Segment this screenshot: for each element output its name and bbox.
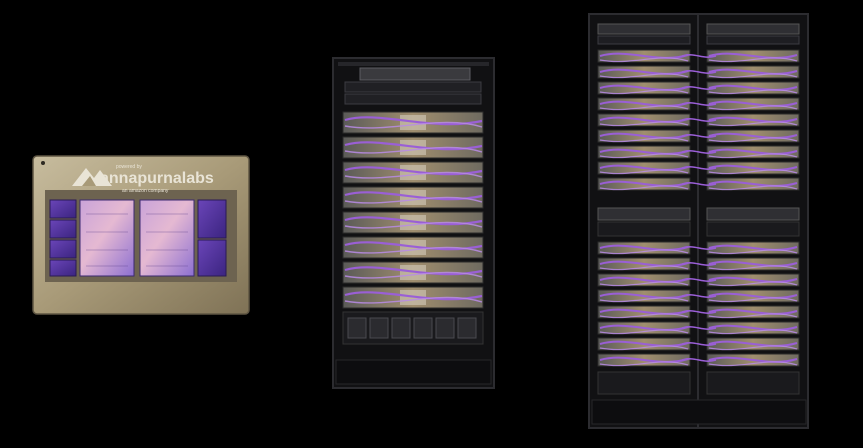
compute-tray <box>597 97 691 111</box>
trainium-chip: powered by annapurnalabs an amazon compa… <box>32 155 250 315</box>
compute-tray <box>706 65 800 79</box>
compute-tray <box>342 261 484 284</box>
compute-tray <box>706 145 800 159</box>
compute-tray <box>706 353 800 367</box>
server-rack-single <box>332 57 495 389</box>
compute-tray <box>706 161 800 175</box>
compute-tray <box>597 113 691 127</box>
compute-tray <box>597 81 691 95</box>
compute-tray <box>597 65 691 79</box>
hbm-stacks-right <box>197 199 227 277</box>
compute-tray <box>597 129 691 143</box>
chip-company: an amazon company <box>122 188 169 194</box>
server-rack-double <box>588 13 809 429</box>
compute-tray <box>597 145 691 159</box>
compute-tray <box>706 305 800 319</box>
compute-tray <box>706 257 800 271</box>
chip-brand: annapurnalabs <box>100 170 214 187</box>
compute-tray <box>597 257 691 271</box>
compute-tray <box>597 353 691 367</box>
product-scene: powered by annapurnalabs an amazon compa… <box>32 13 809 429</box>
compute-die-left <box>79 199 135 277</box>
power-shelf <box>342 311 484 345</box>
compute-tray <box>597 321 691 335</box>
compute-tray <box>597 241 691 255</box>
rack-base <box>335 359 492 385</box>
compute-tray <box>706 129 800 143</box>
compute-tray <box>706 321 800 335</box>
compute-tray <box>342 186 484 209</box>
compute-tray <box>597 289 691 303</box>
compute-tray <box>597 305 691 319</box>
compute-tray <box>342 236 484 259</box>
compute-die-right <box>139 199 195 277</box>
chip-pin1-marker <box>41 161 45 165</box>
compute-tray <box>597 273 691 287</box>
compute-tray <box>706 273 800 287</box>
compute-tray <box>342 211 484 234</box>
compute-tray <box>597 337 691 351</box>
compute-tray <box>706 241 800 255</box>
compute-tray <box>706 289 800 303</box>
compute-tray <box>706 113 800 127</box>
compute-tray <box>597 49 691 63</box>
compute-tray <box>342 136 484 159</box>
compute-tray <box>597 161 691 175</box>
compute-tray <box>706 97 800 111</box>
compute-tray <box>342 286 484 309</box>
compute-tray <box>706 81 800 95</box>
compute-tray <box>342 161 484 184</box>
compute-tray <box>706 337 800 351</box>
compute-tray <box>597 177 691 191</box>
compute-tray <box>706 49 800 63</box>
compute-tray <box>342 111 484 134</box>
compute-tray <box>706 177 800 191</box>
hbm-stacks-left <box>49 199 77 277</box>
network-switches <box>344 67 482 105</box>
